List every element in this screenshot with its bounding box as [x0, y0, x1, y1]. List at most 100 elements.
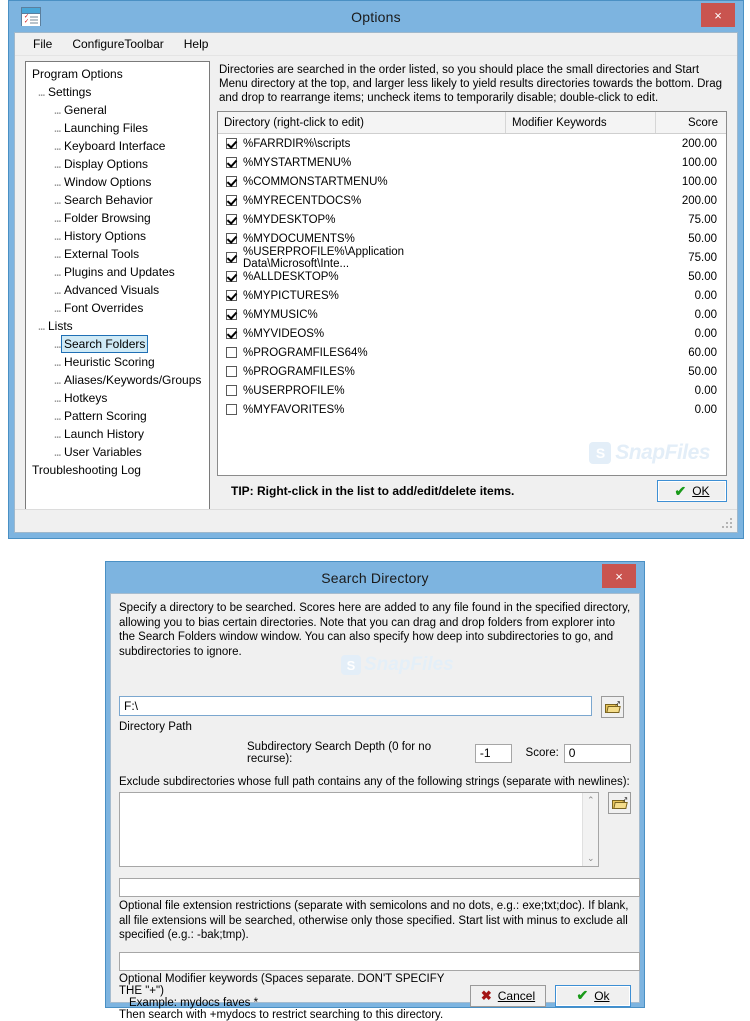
tree-item-plugins-and-updates[interactable]: … Plugins and Updates: [29, 263, 209, 281]
browse-directory-button[interactable]: ↗: [601, 696, 624, 718]
menu-bar: File ConfigureToolbar Help: [15, 33, 737, 56]
search-folders-list[interactable]: Directory (right-click to edit) Modifier…: [217, 111, 727, 476]
tree-item-launching-files[interactable]: … Launching Files: [29, 119, 209, 137]
close-icon[interactable]: ×: [602, 564, 636, 588]
tree-item-heuristic-scoring[interactable]: … Heuristic Scoring: [29, 353, 209, 371]
tree-item-label: Lists: [48, 319, 73, 333]
tree-item-label: General: [64, 103, 107, 117]
tree-item-display-options[interactable]: … Display Options: [29, 155, 209, 173]
tree-item-label: Plugins and Updates: [64, 265, 175, 279]
row-score: 0.00: [694, 403, 717, 416]
row-checkbox[interactable]: [226, 138, 237, 149]
modifier-keywords-note: Optional Modifier keywords (Spaces separ…: [119, 973, 470, 1021]
row-checkbox[interactable]: [226, 214, 237, 225]
tree-item-search-folders[interactable]: … Search Folders: [29, 335, 209, 353]
row-checkbox[interactable]: [226, 271, 237, 282]
table-row[interactable]: %FARRDIR%\scripts 200.00: [218, 134, 726, 153]
row-directory: %USERPROFILE%: [243, 384, 345, 397]
directory-path-input[interactable]: F:\: [119, 696, 592, 716]
close-icon[interactable]: ×: [701, 3, 735, 27]
tree-item-aliases-keywords-groups[interactable]: … Aliases/Keywords/Groups: [29, 371, 209, 389]
tree-item-settings[interactable]: … Settings: [29, 83, 209, 101]
tree-item-window-options[interactable]: … Window Options: [29, 173, 209, 191]
tree-item-folder-browsing[interactable]: … Folder Browsing: [29, 209, 209, 227]
tree-connector-icon: …: [54, 392, 61, 405]
tree-item-pattern-scoring[interactable]: … Pattern Scoring: [29, 407, 209, 425]
tree-item-keyboard-interface[interactable]: … Keyboard Interface: [29, 137, 209, 155]
ok-button[interactable]: ✔ Ok: [555, 984, 631, 1007]
ok-button[interactable]: ✔ OK: [657, 480, 727, 502]
scroll-up-icon[interactable]: ⌃: [583, 793, 598, 808]
tree-item-hotkeys[interactable]: … Hotkeys: [29, 389, 209, 407]
tree-item-troubleshooting-log[interactable]: Troubleshooting Log: [29, 461, 209, 479]
row-checkbox[interactable]: [226, 176, 237, 187]
cancel-button[interactable]: ✖ Cancel: [470, 984, 546, 1007]
search-dialog-client-area: Specify a directory to be searched. Scor…: [110, 593, 640, 1021]
table-row[interactable]: %MYDESKTOP% 75.00: [218, 210, 726, 229]
column-header-directory[interactable]: Directory (right-click to edit): [218, 112, 506, 133]
browse-exclude-button[interactable]: ↗: [608, 792, 631, 814]
row-checkbox[interactable]: [226, 195, 237, 206]
table-row[interactable]: %MYMUSIC% 0.00: [218, 305, 726, 324]
score-value: 0: [568, 746, 576, 760]
column-header-score[interactable]: Score: [656, 112, 726, 133]
row-checkbox[interactable]: [226, 233, 237, 244]
table-row[interactable]: %PROGRAMFILES64% 60.00: [218, 343, 726, 362]
row-directory: %ALLDESKTOP%: [243, 270, 339, 283]
tree-item-search-behavior[interactable]: … Search Behavior: [29, 191, 209, 209]
row-checkbox[interactable]: [226, 347, 237, 358]
table-row[interactable]: %MYRECENTDOCS% 200.00: [218, 191, 726, 210]
menu-item-configuretoolbar[interactable]: ConfigureToolbar: [62, 35, 173, 53]
tree-connector-icon: …: [54, 284, 61, 297]
table-row[interactable]: %USERPROFILE%\Application Data\Microsoft…: [218, 246, 726, 270]
file-extensions-input[interactable]: [119, 878, 640, 897]
tree-item-advanced-visuals[interactable]: … Advanced Visuals: [29, 281, 209, 299]
tree-connector-icon: …: [54, 266, 61, 279]
table-row[interactable]: %ALLDESKTOP% 50.00: [218, 267, 726, 286]
table-row[interactable]: %MYPICTURES% 0.00: [218, 286, 726, 305]
row-checkbox[interactable]: [226, 157, 237, 168]
tree-connector-icon: …: [54, 140, 61, 153]
tree-connector-icon: …: [54, 374, 61, 387]
tree-item-history-options[interactable]: … History Options: [29, 227, 209, 245]
row-checkbox[interactable]: [226, 328, 237, 339]
row-checkbox[interactable]: [226, 309, 237, 320]
search-depth-input[interactable]: -1: [474, 743, 512, 763]
table-row[interactable]: %USERPROFILE% 0.00: [218, 381, 726, 400]
exclude-scrollbar[interactable]: ⌃ ⌄: [582, 793, 599, 866]
tree-item-external-tools[interactable]: … External Tools: [29, 245, 209, 263]
exclude-textarea[interactable]: ⌃ ⌄: [119, 792, 600, 867]
column-header-modifier-keywords[interactable]: Modifier Keywords: [506, 112, 656, 133]
tree-item-font-overrides[interactable]: … Font Overrides: [29, 299, 209, 317]
tree-connector-icon: …: [54, 158, 61, 171]
modifier-keywords-input[interactable]: [119, 951, 640, 971]
list-rows: %FARRDIR%\scripts 200.00 %MYSTARTMENU% 100.…: [218, 134, 726, 419]
snapfiles-watermark: S SnapFiles: [589, 441, 710, 465]
search-dialog-titlebar[interactable]: Search Directory ×: [106, 562, 644, 593]
score-input[interactable]: 0: [563, 743, 631, 763]
resize-grip-icon[interactable]: [722, 518, 734, 530]
tree-item-program-options[interactable]: Program Options: [29, 65, 209, 83]
row-checkbox[interactable]: [226, 385, 237, 396]
scroll-down-icon[interactable]: ⌄: [583, 851, 598, 866]
row-checkbox[interactable]: [226, 290, 237, 301]
table-row[interactable]: %MYVIDEOS% 0.00: [218, 324, 726, 343]
table-row[interactable]: %MYSTARTMENU% 100.00: [218, 153, 726, 172]
options-title: Options: [351, 8, 401, 25]
tree-item-lists[interactable]: … Lists: [29, 317, 209, 335]
row-checkbox[interactable]: [226, 252, 237, 263]
row-checkbox[interactable]: [226, 404, 237, 415]
tree-item-user-variables[interactable]: … User Variables: [29, 443, 209, 461]
table-row[interactable]: %COMMONSTARTMENU% 100.00: [218, 172, 726, 191]
table-row[interactable]: %MYFAVORITES% 0.00: [218, 400, 726, 419]
tree-item-launch-history[interactable]: … Launch History: [29, 425, 209, 443]
settings-tree[interactable]: Program Options… Settings… General… Launchi…: [25, 61, 210, 516]
menu-item-file[interactable]: File: [23, 35, 62, 53]
row-directory: %FARRDIR%\scripts: [243, 137, 351, 150]
check-icon: ✔: [674, 482, 687, 499]
menu-item-help[interactable]: Help: [174, 35, 219, 53]
tree-item-general[interactable]: … General: [29, 101, 209, 119]
table-row[interactable]: %PROGRAMFILES% 50.00: [218, 362, 726, 381]
options-titlebar[interactable]: ✓ ✓ Options ×: [9, 1, 743, 32]
row-checkbox[interactable]: [226, 366, 237, 377]
